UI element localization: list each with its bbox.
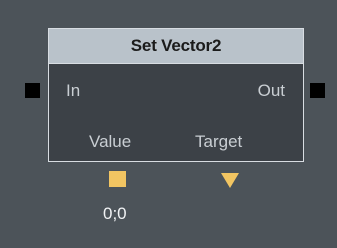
exec-output-pin[interactable] bbox=[310, 83, 325, 98]
in-port-label: In bbox=[66, 81, 81, 100]
target-port-label: Target bbox=[195, 132, 243, 151]
value-pin-icon[interactable] bbox=[109, 171, 126, 187]
value-default-field[interactable]: 0;0 bbox=[103, 204, 127, 224]
graph-canvas[interactable]: Set Vector2 In Out Value Target 0;0 bbox=[0, 0, 337, 248]
node-title[interactable]: Set Vector2 bbox=[49, 29, 303, 64]
value-port-label: Value bbox=[89, 132, 132, 151]
set-vector2-node[interactable]: Set Vector2 In Out Value Target bbox=[48, 28, 304, 162]
out-port-label: Out bbox=[257, 81, 285, 100]
exec-input-pin[interactable] bbox=[25, 83, 40, 98]
target-pin-icon[interactable] bbox=[221, 173, 239, 188]
